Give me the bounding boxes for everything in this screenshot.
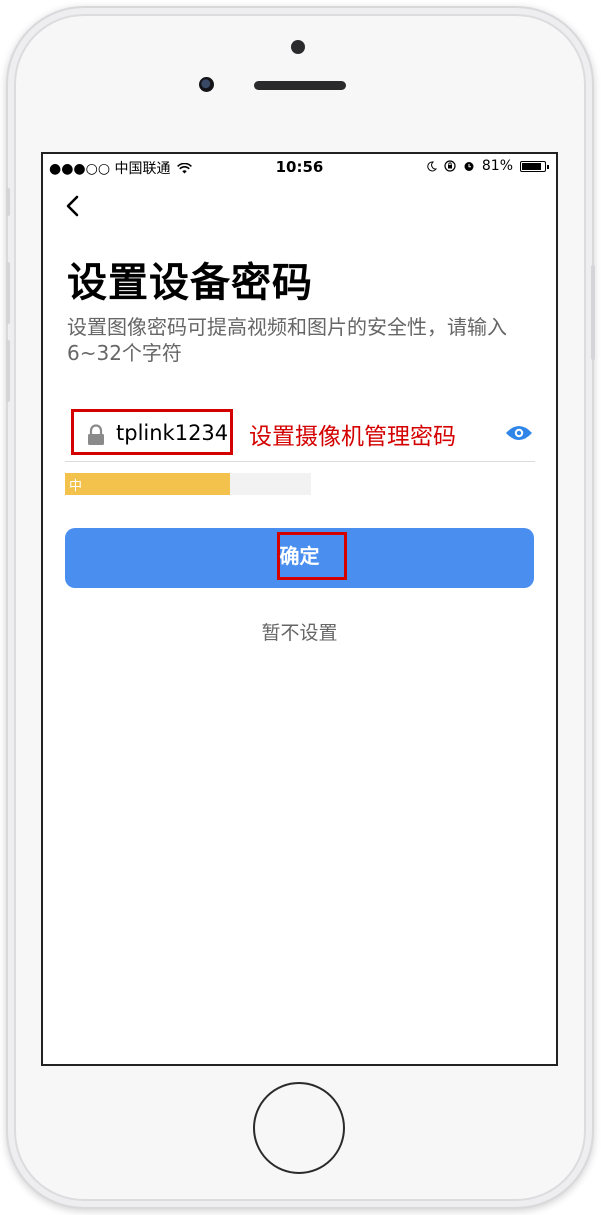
- password-value: tplink1234: [116, 421, 229, 445]
- volume-up-button: [6, 262, 10, 324]
- battery-icon: [520, 160, 549, 172]
- confirm-label: 确定: [279, 544, 320, 568]
- mute-switch: [6, 188, 10, 216]
- status-bar: ●●●○○ 中国联通 10:56 81%: [43, 154, 556, 180]
- confirm-button[interactable]: 确定: [65, 528, 534, 588]
- front-camera: [291, 40, 305, 54]
- password-input[interactable]: tplink1234: [71, 409, 233, 455]
- strength-fill: [65, 473, 230, 495]
- strength-label: 中: [69, 479, 83, 494]
- power-button: [591, 265, 595, 360]
- app-screen: ●●●○○ 中国联通 10:56 81% 设置设备密码 设置图像密码可提高视频和…: [41, 152, 558, 1066]
- password-row: tplink1234 设置摄像机管理密码: [65, 409, 535, 462]
- password-annotation: 设置摄像机管理密码: [249, 424, 456, 450]
- page-title: 设置设备密码: [67, 260, 313, 306]
- back-arrow-icon: [66, 195, 79, 217]
- moon-icon: [427, 160, 437, 171]
- password-strength-bar: 中: [65, 473, 311, 495]
- home-button[interactable]: [253, 1082, 345, 1174]
- rotation-lock-icon: [444, 160, 456, 172]
- alarm-icon: [464, 162, 474, 171]
- lock-icon: [88, 424, 104, 445]
- volume-down-button: [6, 340, 10, 402]
- skip-link[interactable]: 暂不设置: [43, 618, 556, 645]
- back-button[interactable]: [65, 194, 79, 224]
- proximity-sensor: [199, 77, 214, 92]
- page-subtitle: 设置图像密码可提高视频和图片的安全性，请输入6~32个字符: [67, 315, 507, 365]
- earpiece-speaker: [254, 81, 346, 90]
- status-right: 81%: [426, 158, 549, 174]
- battery-percent: 81%: [481, 158, 513, 174]
- eye-icon[interactable]: [505, 423, 533, 443]
